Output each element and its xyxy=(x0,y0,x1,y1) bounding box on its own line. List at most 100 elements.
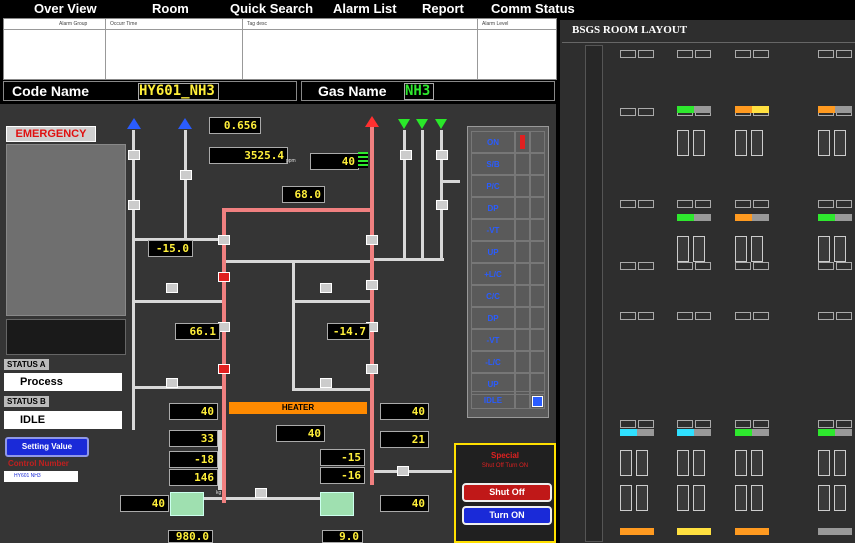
state-row[interactable]: UP xyxy=(471,241,545,263)
cabinet-status-bar xyxy=(694,214,711,221)
cabinet-status-bar xyxy=(694,429,711,436)
state-row[interactable]: S/B xyxy=(471,153,545,175)
valve-icon[interactable] xyxy=(255,488,267,498)
status-a-value: Process xyxy=(4,373,122,391)
room-layout-title: BSGS ROOM LAYOUT xyxy=(572,24,688,36)
menu-quick-search[interactable]: Quick Search xyxy=(230,1,313,16)
gas-cabinet-icon xyxy=(751,485,763,511)
valve-icon[interactable] xyxy=(397,466,409,476)
state-cell xyxy=(530,131,545,153)
gas-cabinet-icon xyxy=(834,236,846,262)
room-slot xyxy=(735,420,751,428)
valve-icon[interactable] xyxy=(166,283,178,293)
alarm-table[interactable]: Alarm Group Occurr Time Tag desc Alarm L… xyxy=(3,18,557,80)
valve-icon[interactable] xyxy=(180,170,192,180)
cabinet-status-bar xyxy=(637,429,654,436)
control-number-field[interactable]: HY601 NH3 xyxy=(4,471,78,482)
state-cell xyxy=(515,351,530,373)
readout-top2: 3525.4 xyxy=(209,147,288,164)
cabinet-status-bar xyxy=(735,106,752,113)
readout-bottom-right-40: 40 xyxy=(380,495,429,512)
cabinet-status-bar xyxy=(677,214,694,221)
state-label: +L/C xyxy=(471,263,515,285)
gas-cabinet-icon xyxy=(677,485,689,511)
menu-overview[interactable]: Over View xyxy=(34,1,97,16)
state-row[interactable]: P/C xyxy=(471,175,545,197)
room-slot xyxy=(735,262,751,270)
gas-name-label: Gas Name xyxy=(318,83,387,99)
room-slot xyxy=(753,420,769,428)
valve-icon[interactable] xyxy=(366,364,378,374)
state-cell xyxy=(530,391,545,409)
readout-left-m18: -18 xyxy=(169,451,218,468)
state-row[interactable]: C/C xyxy=(471,285,545,307)
heated-pipe xyxy=(222,208,226,503)
state-row[interactable]: DP xyxy=(471,307,545,329)
readout-left-33: 33 xyxy=(169,430,218,447)
valve-icon[interactable] xyxy=(366,280,378,290)
turn-on-button[interactable]: Turn ON xyxy=(462,506,552,525)
valve-icon[interactable] xyxy=(128,150,140,160)
readout-left-146: 146 xyxy=(169,469,218,486)
cabinet-status-bar xyxy=(735,429,752,436)
divider xyxy=(562,42,855,43)
cabinet-status-bar xyxy=(677,106,694,113)
valve-icon[interactable] xyxy=(436,200,448,210)
state-row[interactable]: DP xyxy=(471,197,545,219)
state-cell xyxy=(530,285,545,307)
valve-icon[interactable] xyxy=(320,378,332,388)
pipe xyxy=(440,180,460,183)
state-row[interactable]: ON xyxy=(471,131,545,153)
cabinet-status-bar xyxy=(735,528,769,535)
valve-icon[interactable] xyxy=(366,235,378,245)
valve-icon[interactable] xyxy=(218,272,230,282)
valve-icon[interactable] xyxy=(166,378,178,388)
menu-room[interactable]: Room xyxy=(152,1,189,16)
room-slot xyxy=(638,200,654,208)
readout-mid-m16: -16 xyxy=(320,467,365,484)
room-slot xyxy=(638,420,654,428)
gas-cabinet-icon xyxy=(636,450,648,476)
room-slot xyxy=(836,50,852,58)
room-slot xyxy=(638,50,654,58)
cabinet-status-bar xyxy=(752,106,769,113)
cabinet-status-bar xyxy=(818,214,835,221)
readout-right-top: 40 xyxy=(310,153,359,170)
col-alarm-group: Alarm Group xyxy=(59,21,88,27)
state-row[interactable]: -VT xyxy=(471,219,545,241)
valve-icon[interactable] xyxy=(128,200,140,210)
state-cell xyxy=(515,175,530,197)
state-row[interactable]: +L/C xyxy=(471,263,545,285)
valve-icon[interactable] xyxy=(218,235,230,245)
room-slot xyxy=(638,108,654,116)
menu-comm-status[interactable]: Comm Status xyxy=(491,1,575,16)
process-outlet-arrow-icon xyxy=(365,116,379,127)
valve-icon[interactable] xyxy=(436,150,448,160)
state-cell xyxy=(530,351,545,373)
state-row[interactable]: IDLE xyxy=(471,391,545,409)
valve-icon[interactable] xyxy=(320,283,332,293)
state-row[interactable]: -VT xyxy=(471,329,545,351)
shut-off-button[interactable]: Shut Off xyxy=(462,483,552,502)
menu-alarm-list[interactable]: Alarm List xyxy=(333,1,397,16)
gas-cabinet-icon xyxy=(735,485,747,511)
state-cell xyxy=(515,131,530,153)
cabinet-status-bar xyxy=(735,214,752,221)
gas-cabinet-icon xyxy=(751,236,763,262)
valve-icon[interactable] xyxy=(218,364,230,374)
state-row[interactable]: -L/C xyxy=(471,351,545,373)
room-slot xyxy=(753,262,769,270)
gas-cabinet-icon xyxy=(834,130,846,156)
gas-cabinet-icon xyxy=(818,130,830,156)
menu-report[interactable]: Report xyxy=(422,1,464,16)
gas-cabinet-icon xyxy=(693,450,705,476)
emergency-button[interactable]: EMERGENCY xyxy=(6,126,96,142)
unit-label: kg xyxy=(216,490,222,496)
room-slot xyxy=(735,50,751,58)
state-label: IDLE xyxy=(471,391,515,409)
setting-value-button[interactable]: Setting Value xyxy=(5,437,89,457)
pipe xyxy=(292,388,372,391)
gas-cabinet-icon xyxy=(677,450,689,476)
readout-mid-m15: -15 xyxy=(320,449,365,466)
valve-icon[interactable] xyxy=(400,150,412,160)
